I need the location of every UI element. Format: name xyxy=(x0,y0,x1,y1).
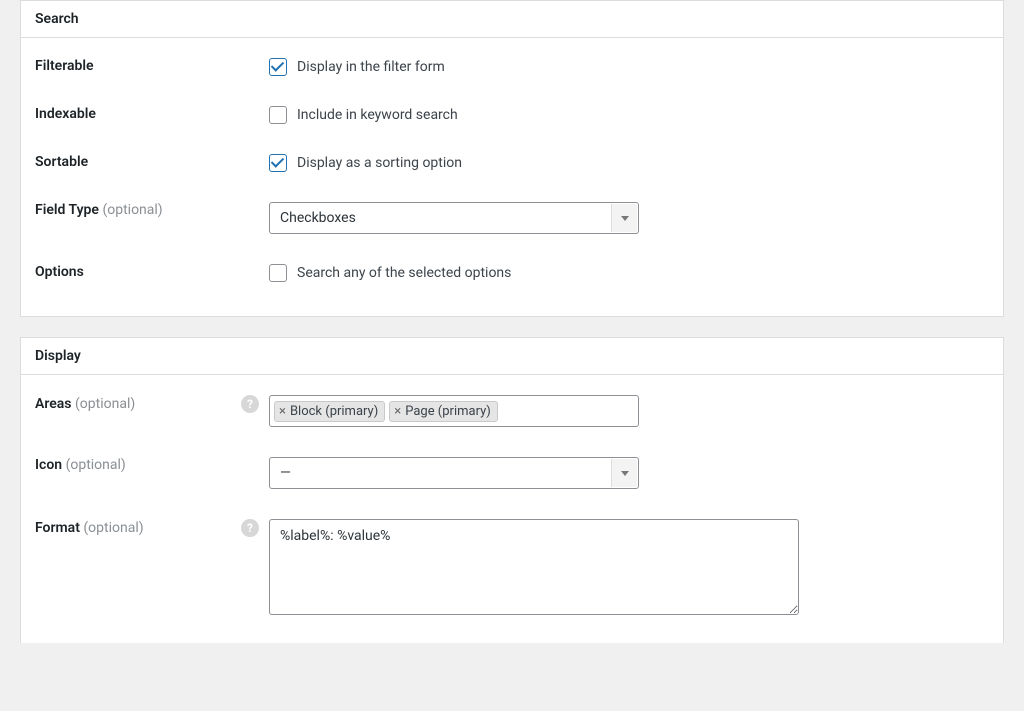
search-metabox: Search Filterable Display in the filter … xyxy=(20,0,1004,317)
sortable-checkbox-label[interactable]: Display as a sorting option xyxy=(297,155,462,171)
indexable-label-wrap: Indexable xyxy=(35,106,269,122)
areas-label: Areas (optional) xyxy=(35,396,135,412)
areas-tag-1-label: Page (primary) xyxy=(405,404,491,419)
areas-tag-1[interactable]: × Page (primary) xyxy=(389,401,498,422)
sortable-control: Display as a sorting option xyxy=(269,154,989,172)
format-control xyxy=(269,519,989,615)
field-type-label-wrap: Field Type (optional) xyxy=(35,202,269,218)
indexable-row: Indexable Include in keyword search xyxy=(35,106,989,124)
format-row: Format (optional) ? xyxy=(35,519,989,615)
chevron-down-icon xyxy=(611,204,637,232)
display-heading: Display xyxy=(21,338,1003,375)
indexable-control: Include in keyword search xyxy=(269,106,989,124)
areas-control: × Block (primary) × Page (primary) xyxy=(269,395,989,427)
indexable-checkbox[interactable] xyxy=(269,106,287,124)
help-icon[interactable]: ? xyxy=(241,395,259,413)
icon-select[interactable]: — xyxy=(269,457,639,489)
areas-row: Areas (optional) ? × Block (primary) × P… xyxy=(35,395,989,427)
format-optional: (optional) xyxy=(83,520,143,536)
chevron-down-icon xyxy=(611,459,637,487)
format-label: Format (optional) xyxy=(35,520,144,536)
search-body: Filterable Display in the filter form In… xyxy=(21,38,1003,316)
icon-label-wrap: Icon (optional) xyxy=(35,457,269,473)
options-label-wrap: Options xyxy=(35,264,269,280)
filterable-checkbox-label[interactable]: Display in the filter form xyxy=(297,59,445,75)
icon-row: Icon (optional) — xyxy=(35,457,989,489)
sortable-row: Sortable Display as a sorting option xyxy=(35,154,989,172)
display-body: Areas (optional) ? × Block (primary) × P… xyxy=(21,375,1003,643)
format-label-wrap: Format (optional) ? xyxy=(35,519,269,537)
close-icon[interactable]: × xyxy=(394,404,403,419)
filterable-checkbox[interactable] xyxy=(269,58,287,76)
field-type-control: Checkboxes xyxy=(269,202,989,234)
field-type-select[interactable]: Checkboxes xyxy=(269,202,639,234)
filterable-row: Filterable Display in the filter form xyxy=(35,58,989,76)
display-metabox: Display Areas (optional) ? × Block (prim… xyxy=(20,337,1004,643)
filterable-label: Filterable xyxy=(35,58,94,74)
areas-tag-input[interactable]: × Block (primary) × Page (primary) xyxy=(269,395,639,427)
areas-tag-0-label: Block (primary) xyxy=(290,404,378,419)
areas-tag-0[interactable]: × Block (primary) xyxy=(274,401,385,422)
icon-label: Icon (optional) xyxy=(35,457,126,473)
sortable-label-wrap: Sortable xyxy=(35,154,269,170)
options-control: Search any of the selected options xyxy=(269,264,989,282)
indexable-checkbox-label[interactable]: Include in keyword search xyxy=(297,107,458,123)
areas-optional: (optional) xyxy=(75,396,135,412)
icon-control: — xyxy=(269,457,989,489)
search-heading: Search xyxy=(21,1,1003,38)
filterable-control: Display in the filter form xyxy=(269,58,989,76)
field-type-optional: (optional) xyxy=(102,202,162,218)
field-type-value: Checkboxes xyxy=(280,210,356,226)
icon-value: — xyxy=(280,465,291,481)
areas-label-wrap: Areas (optional) ? xyxy=(35,395,269,413)
field-type-label: Field Type (optional) xyxy=(35,202,163,218)
format-textarea[interactable] xyxy=(269,519,799,615)
field-type-row: Field Type (optional) Checkboxes xyxy=(35,202,989,234)
options-row: Options Search any of the selected optio… xyxy=(35,264,989,282)
help-icon[interactable]: ? xyxy=(241,519,259,537)
options-label: Options xyxy=(35,264,84,280)
filterable-label-wrap: Filterable xyxy=(35,58,269,74)
indexable-label: Indexable xyxy=(35,106,96,122)
options-checkbox-label[interactable]: Search any of the selected options xyxy=(297,265,511,281)
icon-optional: (optional) xyxy=(66,457,126,473)
options-checkbox[interactable] xyxy=(269,264,287,282)
sortable-checkbox[interactable] xyxy=(269,154,287,172)
sortable-label: Sortable xyxy=(35,154,88,170)
close-icon[interactable]: × xyxy=(279,404,288,419)
